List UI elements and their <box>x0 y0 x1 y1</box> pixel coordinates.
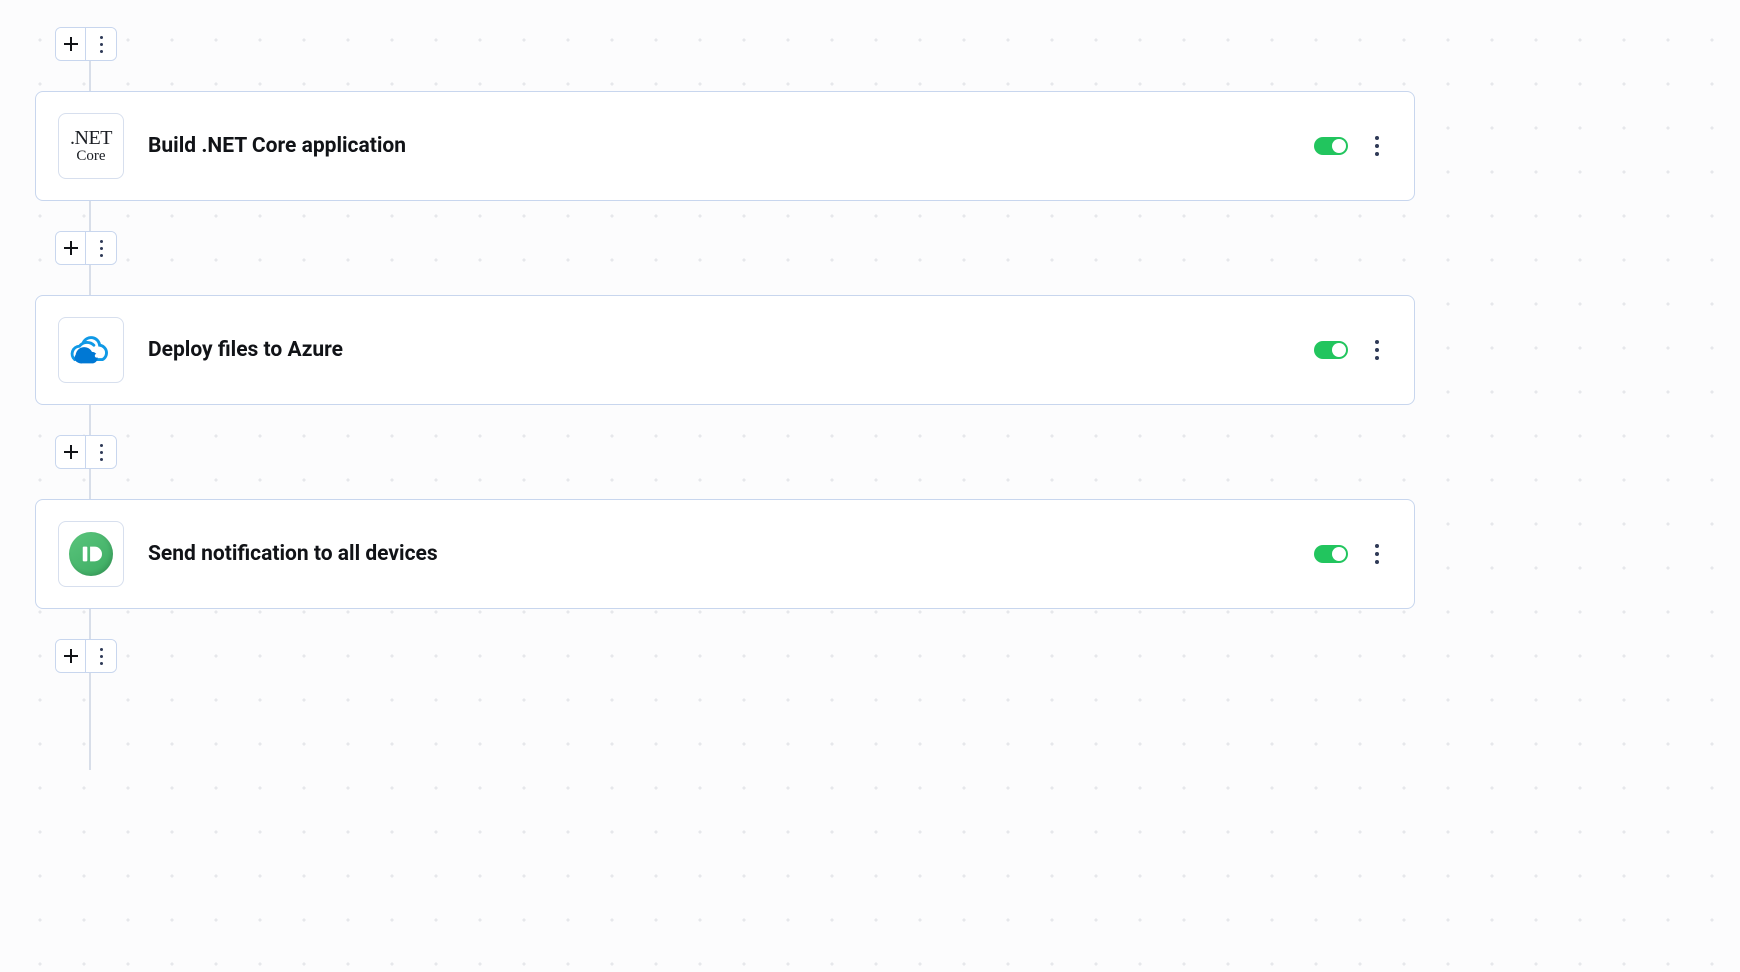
step-enabled-toggle[interactable] <box>1314 545 1348 563</box>
plus-icon <box>64 241 78 255</box>
plus-icon <box>64 649 78 663</box>
pipeline-step-title: Build .NET Core application <box>148 134 1314 158</box>
dotnet-text-1: .NET <box>70 128 112 148</box>
step-menu-button[interactable] <box>1368 136 1386 156</box>
more-vertical-icon <box>92 648 110 665</box>
add-step-button[interactable] <box>56 640 86 672</box>
step-options-button[interactable] <box>86 232 116 264</box>
step-enabled-toggle[interactable] <box>1314 137 1348 155</box>
dotnet-core-icon: .NET Core <box>58 113 124 179</box>
step-enabled-toggle[interactable] <box>1314 341 1348 359</box>
step-options-button[interactable] <box>86 640 116 672</box>
more-vertical-icon <box>92 36 110 53</box>
pipeline-step-build-dotnet[interactable]: .NET Core Build .NET Core application <box>35 91 1415 201</box>
azure-icon <box>58 317 124 383</box>
step-insert-actions-3 <box>55 639 117 673</box>
step-options-button[interactable] <box>86 28 116 60</box>
step-insert-actions-1 <box>55 231 117 265</box>
plus-icon <box>64 445 78 459</box>
pipeline-step-title: Send notification to all devices <box>148 542 1314 566</box>
more-vertical-icon <box>92 444 110 461</box>
add-step-button[interactable] <box>56 232 86 264</box>
pipeline-step-title: Deploy files to Azure <box>148 338 1314 362</box>
step-insert-actions-0 <box>55 27 117 61</box>
plus-icon <box>64 37 78 51</box>
step-options-button[interactable] <box>86 436 116 468</box>
pipeline-step-deploy-azure[interactable]: Deploy files to Azure <box>35 295 1415 405</box>
step-menu-button[interactable] <box>1368 544 1386 564</box>
add-step-button[interactable] <box>56 28 86 60</box>
step-menu-button[interactable] <box>1368 340 1386 360</box>
pipeline-flow: .NET Core Build .NET Core application <box>35 20 1415 673</box>
step-insert-actions-2 <box>55 435 117 469</box>
pushbullet-icon <box>58 521 124 587</box>
pipeline-step-send-push[interactable]: Send notification to all devices <box>35 499 1415 609</box>
dotnet-text-2: Core <box>70 149 112 164</box>
pipeline-canvas: .NET Core Build .NET Core application <box>0 0 1450 810</box>
more-vertical-icon <box>92 240 110 257</box>
add-step-button[interactable] <box>56 436 86 468</box>
